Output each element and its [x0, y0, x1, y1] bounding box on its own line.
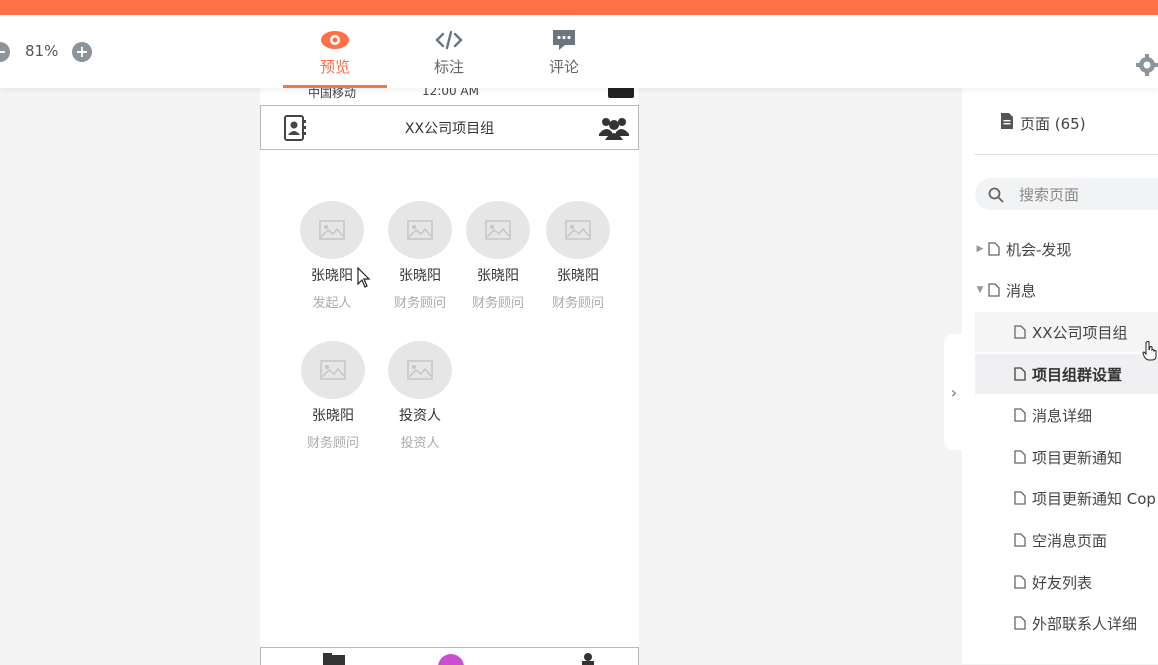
- page-icon: [1014, 450, 1026, 464]
- tab-comments[interactable]: 评论: [512, 27, 616, 88]
- code-icon: [397, 27, 501, 53]
- avatar-placeholder-icon: [301, 341, 365, 399]
- hand-pointer-icon: [1142, 341, 1157, 361]
- tab-preview[interactable]: 预览: [283, 27, 387, 88]
- settings-gear-icon[interactable]: [1136, 54, 1158, 80]
- member-name: 张晓阳: [399, 268, 441, 284]
- collapse-sidebar-button[interactable]: ›: [944, 334, 964, 450]
- folder-icon: [323, 653, 345, 665]
- tab-annotate[interactable]: 标注: [397, 27, 501, 88]
- caret-right-icon[interactable]: ▶: [975, 244, 985, 254]
- group-members-icon[interactable]: [599, 114, 629, 144]
- phone-prototype: 中国移动 12:00 AM XX公司项目组 张晓阳 发起人 张晓阳 财务顾问 张…: [260, 84, 639, 665]
- member-role: 投资人: [400, 436, 440, 451]
- member-card[interactable]: 张晓阳 财务顾问: [288, 341, 378, 451]
- member-name: 张晓阳: [312, 408, 354, 424]
- member-card[interactable]: 张晓阳 财务顾问: [375, 201, 465, 311]
- avatar-placeholder-icon: [388, 341, 452, 399]
- member-role: 财务顾问: [551, 296, 604, 311]
- nav-title: XX公司项目组: [404, 121, 495, 137]
- tab-label: 评论: [548, 58, 579, 76]
- person-icon: [582, 653, 594, 665]
- tree-item-messages[interactable]: ▼ 消息: [975, 270, 1158, 310]
- zoom-out-button[interactable]: −: [0, 42, 10, 62]
- avatar-placeholder-icon: [546, 201, 610, 259]
- member-name: 投资人: [399, 408, 441, 424]
- chat-bubble-icon: [438, 654, 464, 665]
- eye-icon: [283, 27, 387, 53]
- tree-item-label: 空消息页面: [1032, 531, 1108, 550]
- tree-item-page[interactable]: 消息详细: [975, 395, 1158, 435]
- search-input[interactable]: [1017, 183, 1158, 207]
- member-role: 财务顾问: [393, 296, 446, 311]
- tree-item-page[interactable]: XX公司项目组: [975, 312, 1158, 352]
- search-icon: [988, 187, 1004, 207]
- tree-item-label: 消息: [1006, 281, 1037, 300]
- tree-item-label: 消息详细: [1032, 406, 1093, 425]
- tree-item-label: XX公司项目组: [1032, 323, 1128, 342]
- page-icon: [988, 242, 1000, 256]
- tree-item-label: 外部联系人详细: [1032, 614, 1138, 633]
- caret-down-icon[interactable]: ▼: [975, 285, 985, 295]
- comment-icon: [512, 27, 616, 53]
- tree-item-label: 项目更新通知: [1032, 448, 1123, 467]
- member-name: 张晓阳: [557, 268, 599, 284]
- chevron-right-icon: ›: [950, 382, 958, 402]
- tree-item-page[interactable]: 项目更新通知: [975, 437, 1158, 477]
- nav-bar: XX公司项目组: [260, 105, 639, 150]
- pages-header: 页面 (65): [1000, 112, 1086, 134]
- avatar-placeholder-icon: [300, 201, 364, 259]
- tree-item-page[interactable]: 项目更新通知 Cop: [975, 478, 1158, 518]
- member-card[interactable]: 张晓阳 财务顾问: [533, 201, 623, 311]
- page-icon: [1014, 575, 1026, 589]
- member-card[interactable]: 投资人 投资人: [375, 341, 465, 451]
- tree-item-label: 项目更新通知 Cop: [1032, 489, 1156, 508]
- top-accent-bar: [0, 0, 1158, 15]
- member-card[interactable]: 张晓阳 发起人: [287, 201, 377, 311]
- zoom-level: 81%: [25, 42, 59, 60]
- divider: [974, 154, 1158, 155]
- member-role: 财务顾问: [471, 296, 524, 311]
- member-role: 发起人: [312, 296, 352, 311]
- tree-item-label: 项目组群设置: [1032, 365, 1123, 384]
- tree-item-page[interactable]: 空消息页面: [975, 520, 1158, 560]
- phone-tab-bar: [260, 647, 639, 665]
- page-icon: [1014, 367, 1026, 381]
- member-card[interactable]: 张晓阳 财务顾问: [453, 201, 543, 311]
- tab-label: 预览: [319, 58, 350, 76]
- tree-item-label: 好友列表: [1032, 573, 1093, 592]
- tree-item-opportunity[interactable]: ▶ 机会-发现: [975, 229, 1158, 269]
- page-icon: [988, 283, 1000, 297]
- page-icon: [1014, 491, 1026, 505]
- tree-item-page-selected[interactable]: 项目组群设置: [975, 354, 1158, 394]
- toolbar: − 81% + 预览 标注 评论: [0, 15, 1158, 88]
- document-icon: [1000, 112, 1014, 134]
- zoom-in-button[interactable]: +: [72, 42, 92, 62]
- page-icon: [1014, 616, 1026, 630]
- tree-item-page[interactable]: 好友列表: [975, 562, 1158, 602]
- avatar-placeholder-icon: [466, 201, 530, 259]
- mouse-pointer-icon: [357, 267, 371, 288]
- status-bar: 中国移动 12:00 AM: [260, 84, 639, 104]
- member-name: 张晓阳: [477, 268, 519, 284]
- page-search-box[interactable]: [975, 178, 1158, 210]
- tree-item-label: 机会-发现: [1006, 240, 1072, 259]
- page-icon: [1014, 408, 1026, 422]
- pages-count-label: 页面 (65): [1020, 114, 1086, 133]
- page-icon: [1014, 325, 1026, 339]
- member-role: 财务顾问: [306, 436, 359, 451]
- page-icon: [1014, 533, 1026, 547]
- tab-label: 标注: [433, 58, 464, 76]
- pages-sidebar: 页面 (65) ▶ 机会-发现 ▼ 消息 XX公司项目组 项目组群设置: [962, 88, 1158, 664]
- avatar-placeholder-icon: [388, 201, 452, 259]
- tree-item-page[interactable]: 外部联系人详细: [975, 603, 1158, 643]
